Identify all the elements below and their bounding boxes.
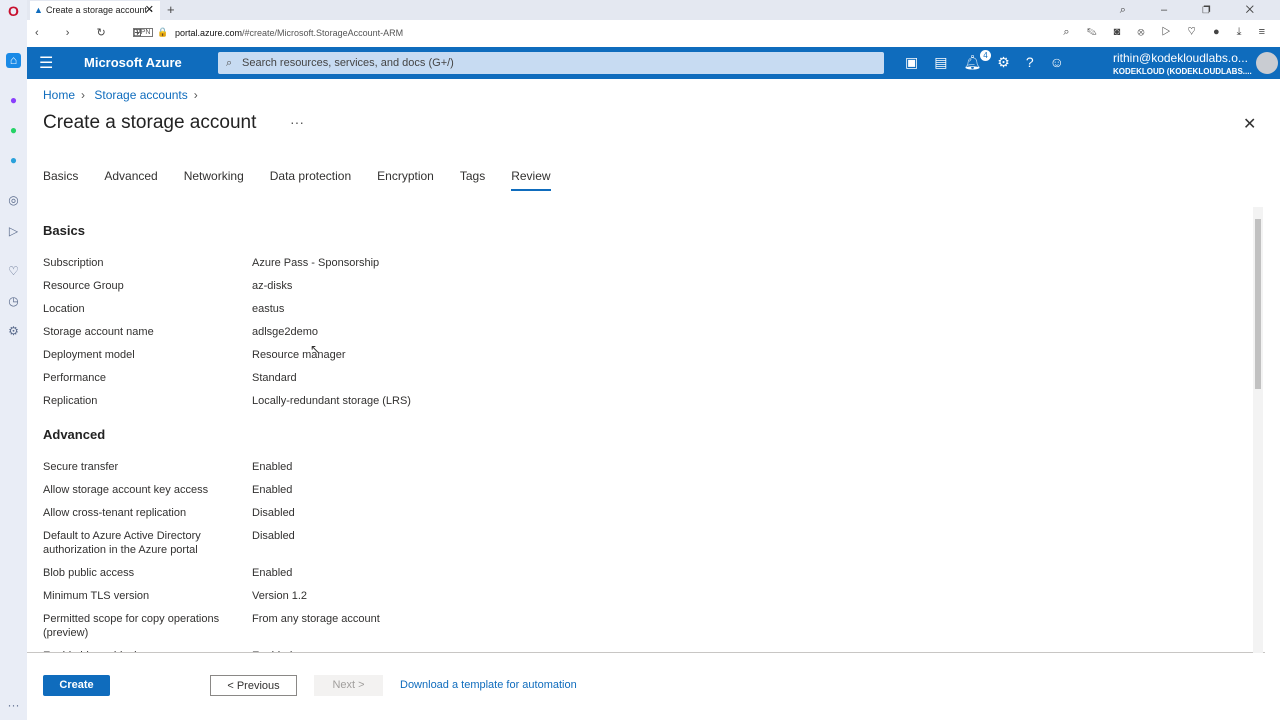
section-heading: Advanced bbox=[43, 427, 106, 442]
row-value: eastus bbox=[252, 303, 285, 315]
tab-encryption[interactable]: Encryption bbox=[377, 169, 434, 191]
header-icons[interactable]: ▣▤🔔︎⚙?☺ bbox=[905, 54, 1080, 71]
url-field[interactable]: portal.azure.com/#create/Microsoft.Stora… bbox=[175, 28, 403, 38]
row-label: Default to Azure Active Directory author… bbox=[43, 530, 201, 556]
previous-button[interactable]: < Previous bbox=[210, 675, 297, 696]
feedback-icon: ☺ bbox=[1049, 54, 1080, 70]
scrollbar-thumb[interactable] bbox=[1255, 219, 1261, 389]
tab-title: Create a storage account - bbox=[46, 5, 153, 15]
section-heading: Basics bbox=[43, 223, 85, 238]
notification-badge: 4 bbox=[980, 50, 991, 61]
help-icon: ? bbox=[1025, 54, 1050, 70]
scrollbar[interactable] bbox=[1253, 207, 1263, 653]
settings-icon[interactable]: ⚙ bbox=[6, 324, 21, 339]
azure-header: ☰ Microsoft Azure ⌕ Search resources, ser… bbox=[27, 47, 1280, 79]
messenger-icon[interactable]: ● bbox=[6, 93, 21, 108]
download-template-link[interactable]: Download a template for automation bbox=[400, 679, 577, 691]
row-label: Permitted scope for copy operations (pre… bbox=[43, 613, 220, 639]
row-label: Deployment model bbox=[43, 349, 135, 361]
row-value: Standard bbox=[252, 372, 297, 384]
row-label: Resource Group bbox=[43, 280, 124, 292]
row-value: From any storage account bbox=[252, 613, 380, 625]
row-value: Enabled bbox=[252, 484, 293, 496]
tab-data-protection[interactable]: Data protection bbox=[270, 169, 351, 191]
tab-review[interactable]: Review bbox=[511, 169, 551, 191]
row-label: Replication bbox=[43, 395, 98, 407]
row-label: Enable hierarchical namespace bbox=[43, 649, 233, 652]
row-value: Azure Pass - Sponsorship bbox=[252, 257, 380, 269]
page-title: Create a storage account bbox=[43, 112, 257, 133]
history-icon[interactable]: ◷ bbox=[6, 294, 21, 309]
opera-logo-icon[interactable]: O bbox=[6, 4, 21, 19]
brand[interactable]: Microsoft Azure bbox=[84, 55, 182, 70]
close-tab-icon[interactable]: ✕ bbox=[145, 1, 154, 20]
row-value: az-disks bbox=[252, 280, 293, 292]
breadcrumb: Home › Storage accounts › bbox=[43, 88, 198, 102]
tab-basics[interactable]: Basics bbox=[43, 169, 78, 191]
create-button[interactable]: Create bbox=[43, 675, 110, 696]
send-icon[interactable]: ▷ bbox=[6, 224, 21, 239]
row-label: Secure transfer bbox=[43, 461, 119, 473]
window-controls[interactable]: ⌕ – ❐ ✕ bbox=[1120, 0, 1270, 20]
row-label: Performance bbox=[43, 372, 106, 384]
browser-tab-bar: ▲ Create a storage account - ✕ + ⌕ – ❐ ✕ bbox=[27, 0, 1280, 20]
account-menu[interactable]: rithin@kodekloudlabs.o... KODEKLOUD (KODE… bbox=[1113, 52, 1252, 78]
search-icon: ⌕ bbox=[226, 57, 233, 69]
vpn-badge[interactable]: VPN bbox=[133, 28, 154, 37]
row-value: Version 1.2 bbox=[252, 590, 308, 602]
row-label: Minimum TLS version bbox=[43, 590, 150, 602]
directory-filter-icon: ▤ bbox=[934, 54, 964, 70]
heart-icon[interactable]: ♡ bbox=[6, 264, 21, 279]
hamburger-menu-icon[interactable]: ☰ bbox=[39, 53, 53, 73]
lock-icon: 🔒 bbox=[157, 27, 169, 37]
breadcrumb-storage-accounts[interactable]: Storage accounts bbox=[94, 88, 187, 102]
row-label: Location bbox=[43, 303, 85, 315]
azure-favicon-icon: ▲ bbox=[34, 5, 43, 15]
review-content[interactable]: Basics Subscription Azure Pass - Sponsorsh… bbox=[27, 207, 1265, 653]
row-value: Enabled bbox=[252, 567, 293, 579]
breadcrumb-home[interactable]: Home bbox=[43, 88, 75, 102]
address-bar: ‹ › ↻ ⊞ VPN 🔒 portal.azure.com/#create/M… bbox=[27, 20, 1280, 47]
telegram-icon[interactable]: ● bbox=[6, 153, 21, 168]
more-icon[interactable]: ··· bbox=[6, 698, 21, 713]
row-value: Enabled bbox=[252, 461, 293, 473]
mouse-cursor-icon: ↖ bbox=[310, 342, 321, 356]
opera-sidebar: O ⌂ ● ● ● ◎ ▷ ♡ ◷ ⚙ ··· bbox=[0, 0, 27, 720]
row-value: Locally-redundant storage (LRS) bbox=[252, 395, 411, 407]
more-options-icon[interactable]: ··· bbox=[290, 114, 304, 130]
wizard-tabs: Basics Advanced Networking Data protection E… bbox=[43, 169, 577, 191]
new-tab-icon[interactable]: + bbox=[167, 0, 175, 20]
row-value: Disabled bbox=[252, 530, 295, 542]
row-value: Enabled bbox=[252, 649, 652, 652]
browser-toolbar-icons[interactable]: ⌕ ✎ ◙ ⊗ ▷ ♡ ● ⤓ ≡ bbox=[1063, 26, 1272, 39]
row-value: adlsge2demo bbox=[252, 326, 319, 338]
row-value: Disabled bbox=[252, 507, 295, 519]
player-icon[interactable]: ◎ bbox=[6, 193, 21, 208]
home-icon[interactable]: ⌂ bbox=[6, 53, 21, 68]
row-label: Storage account name bbox=[43, 326, 154, 338]
tab-advanced[interactable]: Advanced bbox=[104, 169, 157, 191]
row-label: Allow cross-tenant replication bbox=[43, 507, 187, 519]
row-label: Blob public access bbox=[43, 567, 135, 579]
close-icon[interactable]: ✕ bbox=[1243, 114, 1256, 134]
cloud-shell-icon: ▣ bbox=[905, 54, 935, 70]
avatar[interactable] bbox=[1256, 52, 1278, 74]
row-label: Subscription bbox=[43, 257, 104, 269]
tab-tags[interactable]: Tags bbox=[460, 169, 485, 191]
row-label: Allow storage account key access bbox=[43, 484, 209, 496]
gear-icon: ⚙ bbox=[997, 54, 1026, 70]
whatsapp-icon[interactable]: ● bbox=[6, 123, 21, 138]
tab-networking[interactable]: Networking bbox=[184, 169, 244, 191]
next-button[interactable]: Next > bbox=[314, 675, 383, 696]
search-input[interactable]: ⌕ Search resources, services, and docs (G… bbox=[218, 52, 884, 74]
browser-tab[interactable]: ▲ Create a storage account - ✕ bbox=[30, 1, 160, 20]
